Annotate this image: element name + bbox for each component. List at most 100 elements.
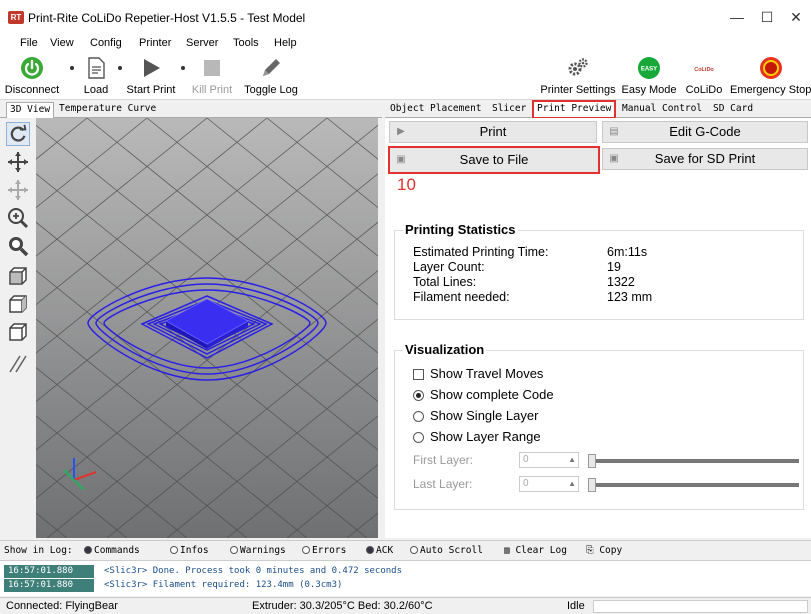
emergency-stop-button[interactable]: Emergency Stop: [730, 52, 811, 98]
copy-log-label: Copy: [599, 545, 623, 556]
tab-slicer[interactable]: Slicer: [489, 102, 529, 118]
toggle-dot[interactable]: [302, 546, 310, 554]
first-layer-value: 0: [523, 454, 529, 465]
radio-dot[interactable]: [413, 411, 424, 422]
stat-label: Total Lines:: [413, 275, 477, 289]
kill-print-button[interactable]: Kill Print: [188, 52, 236, 98]
menu-printer[interactable]: Printer: [139, 37, 171, 49]
menu-tools[interactable]: Tools: [233, 37, 259, 49]
step-number-annotation: 10: [397, 175, 416, 194]
disconnect-label: Disconnect: [4, 84, 60, 96]
disconnect-button[interactable]: Disconnect: [0, 52, 64, 98]
toolbar-dropdown-dot[interactable]: [70, 66, 74, 70]
checkbox-box[interactable]: [413, 369, 424, 380]
first-layer-slider-track[interactable]: [591, 459, 799, 463]
toggle-log-button[interactable]: Toggle Log: [240, 52, 302, 98]
menu-help[interactable]: Help: [274, 37, 297, 49]
tab-temperature-curve[interactable]: Temperature Curve: [56, 102, 159, 118]
show-layer-range-label: Show Layer Range: [430, 429, 541, 444]
log-time: 16:57:01.880: [4, 565, 94, 578]
load-label: Load: [83, 84, 109, 96]
easy-mode-icon: EASY: [638, 57, 660, 79]
tab-manual-control[interactable]: Manual Control: [619, 102, 705, 118]
temperature-status: Extruder: 30.3/205°C Bed: 30.2/60°C: [252, 600, 433, 612]
first-layer-slider-thumb[interactable]: [588, 454, 596, 468]
log-errors-toggle[interactable]: Errors: [302, 545, 346, 556]
view-front-icon[interactable]: [6, 264, 30, 288]
tab-print-preview[interactable]: Print Preview: [532, 100, 617, 119]
maximize-button[interactable]: ☐: [752, 6, 782, 28]
spinner-arrows-icon[interactable]: ▲: [568, 477, 576, 491]
window-title: Print-Rite CoLiDo Repetier-Host V1.5.5 -…: [28, 11, 306, 25]
view-top-icon[interactable]: [6, 320, 30, 344]
edit-gcode-label: Edit G-Code: [669, 124, 741, 139]
3d-viewport[interactable]: [36, 118, 378, 538]
log-row: 16:57:01.880 <Slic3r> Filament required:…: [0, 579, 805, 592]
rotate-icon[interactable]: [6, 122, 30, 146]
tab-3d-view[interactable]: 3D View: [6, 102, 55, 118]
print-preview-scene[interactable]: [36, 118, 378, 538]
toolbar-dropdown-dot[interactable]: [181, 66, 185, 70]
last-layer-slider-track[interactable]: [591, 483, 799, 487]
start-print-button[interactable]: Start Print: [124, 52, 178, 98]
emergency-stop-label: Emergency Stop: [730, 84, 811, 96]
menu-view[interactable]: View: [50, 37, 74, 49]
document-icon: [88, 57, 105, 79]
copy-log-button[interactable]: ⎘ Copy: [586, 545, 622, 556]
radio-dot[interactable]: [413, 390, 424, 401]
tab-sd-card[interactable]: SD Card: [710, 102, 756, 118]
radio-dot[interactable]: [413, 432, 424, 443]
app-logo-icon: RT: [8, 11, 24, 24]
log-panel[interactable]: 16:57:01.880 <Slic3r> Done. Process took…: [0, 560, 811, 596]
first-layer-spinner[interactable]: 0 ▲: [519, 452, 579, 468]
save-to-file-button[interactable]: ▣ Save to File: [388, 146, 600, 174]
menu-server[interactable]: Server: [186, 37, 218, 49]
toggle-dot[interactable]: [170, 546, 178, 554]
print-button[interactable]: ▶ Print: [389, 121, 597, 143]
last-layer-spinner[interactable]: 0 ▲: [519, 476, 579, 492]
toggle-dot[interactable]: [366, 546, 374, 554]
load-button[interactable]: Load: [78, 52, 114, 98]
zoom-in-icon[interactable]: [6, 206, 30, 230]
log-message: <Slic3r> Filament required: 123.4mm (0.3…: [104, 580, 343, 590]
tab-object-placement[interactable]: Object Placement: [387, 102, 485, 118]
edit-gcode-button[interactable]: ▤ Edit G-Code: [602, 121, 808, 143]
zoom-fit-icon[interactable]: [6, 234, 30, 258]
stat-value: 1322: [607, 275, 635, 289]
play-icon: ▶: [397, 126, 405, 137]
easy-badge-text: EASY: [641, 67, 657, 73]
minimize-button[interactable]: —: [722, 6, 752, 28]
view-side-icon[interactable]: [6, 292, 30, 316]
log-infos-toggle[interactable]: Infos: [170, 545, 209, 556]
menu-config[interactable]: Config: [90, 37, 122, 49]
log-commands-toggle[interactable]: Commands: [84, 545, 140, 556]
toolbar-dropdown-dot[interactable]: [118, 66, 122, 70]
log-errors-label: Errors: [312, 545, 347, 556]
last-layer-label: Last Layer:: [413, 477, 473, 491]
toggle-dot[interactable]: [230, 546, 238, 554]
power-icon: [21, 57, 43, 79]
log-ack-toggle[interactable]: ACK: [366, 545, 393, 556]
log-warnings-toggle[interactable]: Warnings: [230, 545, 286, 556]
log-auto-scroll-toggle[interactable]: Auto Scroll: [410, 545, 483, 556]
colido-button[interactable]: CoLiDo CoLiDo: [680, 52, 728, 98]
stat-label: Filament needed:: [413, 290, 510, 304]
statistics-title: Printing Statistics: [403, 222, 518, 237]
save-for-sd-button[interactable]: ▣ Save for SD Print: [602, 148, 808, 170]
toggle-dot[interactable]: [410, 546, 418, 554]
clear-log-button[interactable]: ▥ Clear Log: [504, 545, 567, 556]
toggle-dot[interactable]: [84, 546, 92, 554]
document-icon: ▤: [609, 126, 619, 137]
parallel-projection-icon[interactable]: [6, 352, 30, 376]
printer-settings-button[interactable]: Printer Settings: [536, 52, 620, 98]
last-layer-slider-thumb[interactable]: [588, 478, 596, 492]
move-icon[interactable]: [6, 150, 30, 174]
save-icon: ▣: [609, 153, 619, 164]
easy-mode-button[interactable]: EASY Easy Mode: [620, 52, 678, 98]
log-infos-label: Infos: [180, 545, 209, 556]
play-icon: [144, 59, 160, 77]
move-object-icon[interactable]: [6, 178, 30, 202]
spinner-arrows-icon[interactable]: ▲: [568, 453, 576, 467]
close-button[interactable]: ✕: [781, 6, 811, 28]
menu-file[interactable]: File: [20, 37, 38, 49]
